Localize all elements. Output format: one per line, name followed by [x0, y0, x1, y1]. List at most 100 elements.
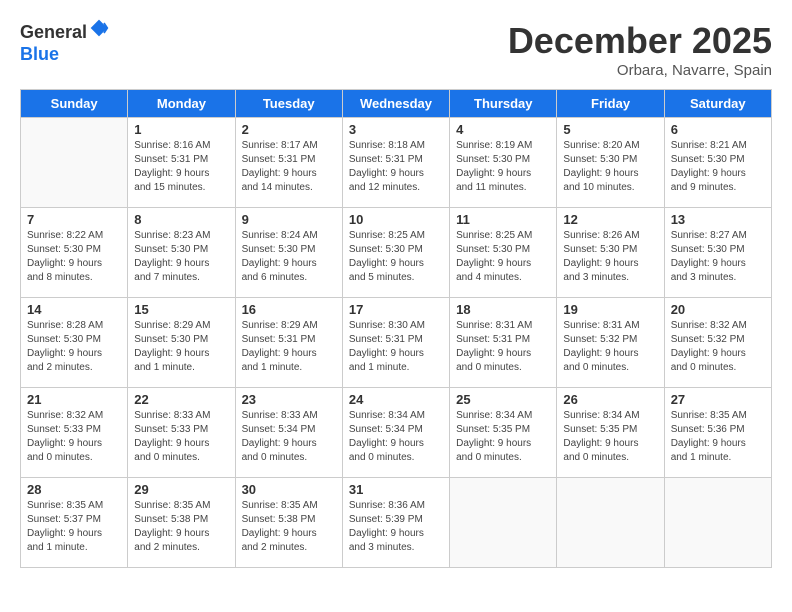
day-number: 10	[349, 212, 443, 227]
page-header: General Blue December 2025 Orbara, Navar…	[20, 20, 772, 79]
calendar-cell: 30Sunrise: 8:35 AM Sunset: 5:38 PM Dayli…	[235, 478, 342, 568]
calendar-cell: 25 Sunrise: 8:34 AM Sunset: 5:35 PM Dayli…	[450, 388, 557, 478]
day-info: Sunrise: 8:18 AM Sunset: 5:31 PM Dayligh…	[349, 139, 443, 195]
day-number: 3	[349, 122, 443, 137]
calendar-cell: 15 Sunrise: 8:29 AM Sunset: 5:30 PM Dayli…	[128, 298, 235, 388]
logo-text: General	[20, 20, 109, 44]
day-info: Sunrise: 8:36 AM Sunset: 5:39 PM Dayligh…	[349, 499, 443, 555]
day-info: Sunrise: 8:16 AM Sunset: 5:31 PM Dayligh…	[134, 139, 228, 195]
day-number: 28	[27, 482, 121, 497]
logo-blue: Blue	[20, 44, 109, 65]
day-number: 4	[456, 122, 550, 137]
day-number: 11	[456, 212, 550, 227]
calendar-cell: 31 Sunrise: 8:36 AM Sunset: 5:39 PM Dayli…	[342, 478, 449, 568]
day-number: 8	[134, 212, 228, 227]
day-number: 9	[242, 212, 336, 227]
day-info: Sunrise: 8:32 AM Sunset: 5:33 PM Dayligh…	[27, 409, 121, 465]
day-info: Sunrise: 8:34 AM Sunset: 5:34 PM Dayligh…	[349, 409, 443, 465]
day-number: 31	[349, 482, 443, 497]
day-number: 12	[563, 212, 657, 227]
day-info: Sunrise: 8:35 AM Sunset: 5:36 PM Dayligh…	[671, 409, 765, 465]
week-row-4: 21 Sunrise: 8:32 AM Sunset: 5:33 PM Dayli…	[21, 388, 772, 478]
day-info: Sunrise: 8:25 AM Sunset: 5:30 PM Dayligh…	[349, 229, 443, 285]
calendar-cell: 8 Sunrise: 8:23 AM Sunset: 5:30 PM Daylig…	[128, 208, 235, 298]
calendar-cell	[664, 478, 771, 568]
calendar-cell: 17Sunrise: 8:30 AM Sunset: 5:31 PM Dayli…	[342, 298, 449, 388]
day-info: Sunrise: 8:33 AM Sunset: 5:34 PM Dayligh…	[242, 409, 336, 465]
day-info: Sunrise: 8:27 AM Sunset: 5:30 PM Dayligh…	[671, 229, 765, 285]
calendar-cell: 16Sunrise: 8:29 AM Sunset: 5:31 PM Dayli…	[235, 298, 342, 388]
day-info: Sunrise: 8:24 AM Sunset: 5:30 PM Dayligh…	[242, 229, 336, 285]
day-info: Sunrise: 8:34 AM Sunset: 5:35 PM Dayligh…	[456, 409, 550, 465]
calendar-cell: 23 Sunrise: 8:33 AM Sunset: 5:34 PM Dayli…	[235, 388, 342, 478]
weekday-thursday: Thursday	[450, 90, 557, 118]
weekday-saturday: Saturday	[664, 90, 771, 118]
day-info: Sunrise: 8:31 AM Sunset: 5:32 PM Dayligh…	[563, 319, 657, 375]
calendar-table: SundayMondayTuesdayWednesdayThursdayFrid…	[20, 89, 772, 568]
calendar-cell: 7 Sunrise: 8:22 AM Sunset: 5:30 PM Daylig…	[21, 208, 128, 298]
day-number: 20	[671, 302, 765, 317]
week-row-1: 1Sunrise: 8:16 AM Sunset: 5:31 PM Daylig…	[21, 118, 772, 208]
logo: General Blue	[20, 20, 109, 65]
day-info: Sunrise: 8:28 AM Sunset: 5:30 PM Dayligh…	[27, 319, 121, 375]
calendar-cell: 3 Sunrise: 8:18 AM Sunset: 5:31 PM Daylig…	[342, 118, 449, 208]
weekday-friday: Friday	[557, 90, 664, 118]
weekday-header-row: SundayMondayTuesdayWednesdayThursdayFrid…	[21, 90, 772, 118]
day-number: 5	[563, 122, 657, 137]
calendar-cell: 22 Sunrise: 8:33 AM Sunset: 5:33 PM Dayli…	[128, 388, 235, 478]
calendar-cell: 4 Sunrise: 8:19 AM Sunset: 5:30 PM Daylig…	[450, 118, 557, 208]
title-block: December 2025 Orbara, Navarre, Spain	[508, 20, 772, 79]
day-number: 25	[456, 392, 550, 407]
calendar-cell	[21, 118, 128, 208]
day-info: Sunrise: 8:17 AM Sunset: 5:31 PM Dayligh…	[242, 139, 336, 195]
calendar-cell: 18Sunrise: 8:31 AM Sunset: 5:31 PM Dayli…	[450, 298, 557, 388]
calendar-cell: 1Sunrise: 8:16 AM Sunset: 5:31 PM Daylig…	[128, 118, 235, 208]
calendar-cell: 10 Sunrise: 8:25 AM Sunset: 5:30 PM Dayli…	[342, 208, 449, 298]
calendar-cell: 29Sunrise: 8:35 AM Sunset: 5:38 PM Dayli…	[128, 478, 235, 568]
day-number: 2	[242, 122, 336, 137]
day-info: Sunrise: 8:35 AM Sunset: 5:38 PM Dayligh…	[134, 499, 228, 555]
day-info: Sunrise: 8:35 AM Sunset: 5:38 PM Dayligh…	[242, 499, 336, 555]
week-row-2: 7 Sunrise: 8:22 AM Sunset: 5:30 PM Daylig…	[21, 208, 772, 298]
day-info: Sunrise: 8:19 AM Sunset: 5:30 PM Dayligh…	[456, 139, 550, 195]
day-number: 6	[671, 122, 765, 137]
day-number: 7	[27, 212, 121, 227]
week-row-5: 28 Sunrise: 8:35 AM Sunset: 5:37 PM Dayli…	[21, 478, 772, 568]
day-info: Sunrise: 8:30 AM Sunset: 5:31 PM Dayligh…	[349, 319, 443, 375]
calendar-cell: 26Sunrise: 8:34 AM Sunset: 5:35 PM Dayli…	[557, 388, 664, 478]
calendar-body: 1Sunrise: 8:16 AM Sunset: 5:31 PM Daylig…	[21, 118, 772, 568]
day-info: Sunrise: 8:23 AM Sunset: 5:30 PM Dayligh…	[134, 229, 228, 285]
day-number: 14	[27, 302, 121, 317]
day-info: Sunrise: 8:21 AM Sunset: 5:30 PM Dayligh…	[671, 139, 765, 195]
day-number: 13	[671, 212, 765, 227]
calendar-cell: 14 Sunrise: 8:28 AM Sunset: 5:30 PM Dayli…	[21, 298, 128, 388]
day-info: Sunrise: 8:35 AM Sunset: 5:37 PM Dayligh…	[27, 499, 121, 555]
calendar-cell: 6 Sunrise: 8:21 AM Sunset: 5:30 PM Daylig…	[664, 118, 771, 208]
day-number: 18	[456, 302, 550, 317]
day-number: 23	[242, 392, 336, 407]
day-number: 15	[134, 302, 228, 317]
calendar-cell	[557, 478, 664, 568]
day-info: Sunrise: 8:34 AM Sunset: 5:35 PM Dayligh…	[563, 409, 657, 465]
calendar-cell: 19 Sunrise: 8:31 AM Sunset: 5:32 PM Dayli…	[557, 298, 664, 388]
calendar-cell: 20 Sunrise: 8:32 AM Sunset: 5:32 PM Dayli…	[664, 298, 771, 388]
day-info: Sunrise: 8:22 AM Sunset: 5:30 PM Dayligh…	[27, 229, 121, 285]
day-info: Sunrise: 8:29 AM Sunset: 5:31 PM Dayligh…	[242, 319, 336, 375]
weekday-tuesday: Tuesday	[235, 90, 342, 118]
day-info: Sunrise: 8:32 AM Sunset: 5:32 PM Dayligh…	[671, 319, 765, 375]
day-number: 21	[27, 392, 121, 407]
month-title: December 2025	[508, 20, 772, 62]
day-number: 22	[134, 392, 228, 407]
calendar-cell: 2 Sunrise: 8:17 AM Sunset: 5:31 PM Daylig…	[235, 118, 342, 208]
calendar-cell: 9 Sunrise: 8:24 AM Sunset: 5:30 PM Daylig…	[235, 208, 342, 298]
weekday-wednesday: Wednesday	[342, 90, 449, 118]
week-row-3: 14 Sunrise: 8:28 AM Sunset: 5:30 PM Dayli…	[21, 298, 772, 388]
day-info: Sunrise: 8:29 AM Sunset: 5:30 PM Dayligh…	[134, 319, 228, 375]
location: Orbara, Navarre, Spain	[508, 62, 772, 79]
day-info: Sunrise: 8:25 AM Sunset: 5:30 PM Dayligh…	[456, 229, 550, 285]
calendar-cell: 11 Sunrise: 8:25 AM Sunset: 5:30 PM Dayli…	[450, 208, 557, 298]
day-number: 24	[349, 392, 443, 407]
day-info: Sunrise: 8:33 AM Sunset: 5:33 PM Dayligh…	[134, 409, 228, 465]
day-number: 19	[563, 302, 657, 317]
day-number: 27	[671, 392, 765, 407]
